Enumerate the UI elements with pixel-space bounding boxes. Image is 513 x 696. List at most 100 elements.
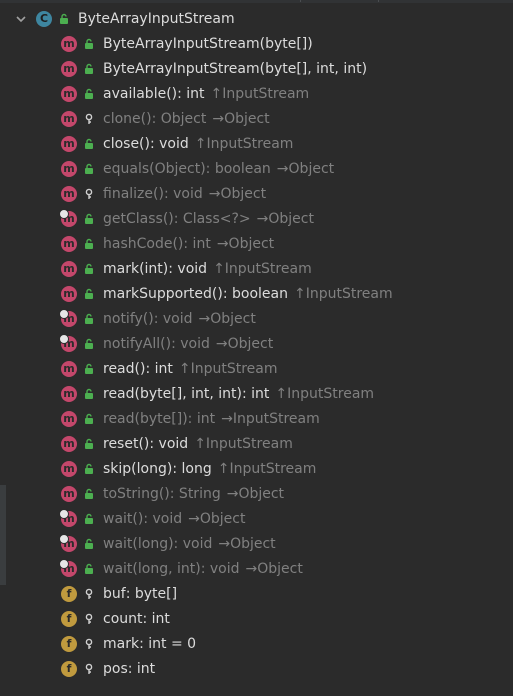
method-icon: m [61, 435, 77, 452]
method-icon: m [61, 285, 77, 302]
inherited-arrow-icon: → [216, 235, 229, 252]
method-row[interactable]: m close(): void ↑ InputStream [0, 131, 513, 156]
method-icon: m [61, 235, 77, 252]
method-icon: m [61, 35, 77, 52]
method-row[interactable]: m equals(Object): boolean → Object [0, 156, 513, 181]
field-row[interactable]: f pos: int [0, 656, 513, 681]
member-type: : int [187, 410, 216, 427]
method-row[interactable]: m finalize(): void → Object [0, 181, 513, 206]
protected-key-icon [81, 186, 97, 202]
toolbar-separator [300, 0, 301, 2]
overrides-arrow-icon: ↑ [213, 260, 225, 277]
method-row[interactable]: m ByteArrayInputStream(byte[], int, int) [0, 56, 513, 81]
method-row[interactable]: m reset(): void ↑ InputStream [0, 431, 513, 456]
protected-key-icon [81, 636, 97, 652]
inherited-arrow-icon: → [218, 535, 231, 552]
method-row[interactable]: m read(byte[]): int → InputStream [0, 406, 513, 431]
method-icon: m [59, 558, 77, 577]
method-row[interactable]: m ByteArrayInputStream(byte[]) [0, 31, 513, 56]
member-name: mark [103, 635, 140, 652]
member-name: read(byte[], int, int) [103, 385, 242, 402]
member-type: : boolean [222, 285, 288, 302]
method-icon: m [61, 85, 77, 102]
final-marker-icon [59, 333, 69, 344]
member-name: notify() [103, 310, 154, 327]
member-type: : void [149, 135, 189, 152]
field-icon: f [61, 610, 77, 627]
method-icon: m [61, 160, 77, 177]
field-row[interactable]: f mark: int = 0 [0, 631, 513, 656]
member-name: mark(int) [103, 260, 169, 277]
method-icon: m [61, 360, 77, 377]
member-name: ByteArrayInputStream(byte[], int, int) [103, 60, 368, 77]
parent-class-name: Object [199, 510, 246, 527]
method-icon: m [61, 60, 77, 77]
public-lock-icon [81, 336, 97, 352]
parent-class-name: InputStream [205, 435, 293, 452]
overrides-arrow-icon: ↑ [217, 460, 230, 477]
field-row[interactable]: f buf: byte[] [0, 581, 513, 606]
member-name: equals(Object) [103, 160, 206, 177]
inherited-arrow-icon: → [188, 510, 200, 527]
method-row[interactable]: m notify(): void → Object [0, 306, 513, 331]
method-row[interactable]: m wait(long, int): void → Object [0, 556, 513, 581]
parent-class-name: Object [288, 160, 335, 177]
inherited-arrow-icon: → [245, 560, 258, 577]
member-name: markSupported() [103, 285, 223, 302]
field-row[interactable]: f count: int [0, 606, 513, 631]
public-lock-icon [81, 386, 97, 402]
inherited-arrow-icon: → [215, 335, 228, 352]
method-row[interactable]: m read(byte[], int, int): int ↑ InputStream [0, 381, 513, 406]
member-type: : void [168, 260, 208, 277]
protected-key-icon [81, 111, 97, 127]
method-row[interactable]: m skip(long): long ↑ InputStream [0, 456, 513, 481]
member-name: read() [103, 360, 146, 377]
member-name: finalize() [103, 185, 164, 202]
method-row[interactable]: m available(): int ↑ InputStream [0, 81, 513, 106]
member-name: close() [103, 135, 150, 152]
member-name: notifyAll() [103, 335, 172, 352]
method-icon: m [61, 260, 77, 277]
method-row[interactable]: m read(): int ↑ InputStream [0, 356, 513, 381]
method-row[interactable]: m markSupported(): boolean ↑ InputStream [0, 281, 513, 306]
member-name: clone() [103, 110, 152, 127]
parent-class-name: Object [238, 485, 285, 502]
final-marker-icon [59, 558, 69, 569]
public-lock-icon [81, 436, 97, 452]
method-row[interactable]: m notifyAll(): void → Object [0, 331, 513, 356]
tree-root-row[interactable]: C ByteArrayInputStream [0, 6, 513, 31]
method-row[interactable]: m toString(): String → Object [0, 481, 513, 506]
member-type: : int [145, 360, 173, 377]
member-type: : void [143, 510, 183, 527]
method-row[interactable]: m hashCode(): int → Object [0, 231, 513, 256]
inherited-arrow-icon: → [276, 160, 289, 177]
public-lock-icon [81, 261, 97, 277]
method-row[interactable]: m wait(): void → Object [0, 506, 513, 531]
member-type: : int [183, 235, 211, 252]
member-name: wait(long, int) [103, 560, 201, 577]
method-icon: m [61, 460, 77, 477]
member-name: skip(long) [103, 460, 173, 477]
member-name: reset() [103, 435, 150, 452]
member-type: : Object [151, 110, 207, 127]
overrides-arrow-icon: ↑ [194, 135, 207, 152]
chevron-down-icon[interactable] [14, 12, 28, 26]
inherited-arrow-icon: → [221, 410, 233, 427]
method-row[interactable]: m wait(long): void → Object [0, 531, 513, 556]
method-row[interactable]: m clone(): Object → Object [0, 106, 513, 131]
method-icon: m [59, 508, 77, 527]
member-type: : int [177, 85, 205, 102]
member-name: ByteArrayInputStream(byte[]) [103, 35, 313, 52]
final-marker-icon [59, 308, 69, 319]
method-row[interactable]: m getClass(): Class<?> → Object [0, 206, 513, 231]
method-icon: m [59, 533, 77, 552]
parent-class-name: InputStream [190, 360, 278, 377]
public-lock-icon [81, 86, 97, 102]
field-icon: f [61, 585, 77, 602]
public-lock-icon [81, 361, 97, 377]
parent-class-name: Object [228, 235, 275, 252]
field-icon: f [61, 660, 77, 677]
protected-key-icon [81, 611, 97, 627]
method-row[interactable]: m mark(int): void ↑ InputStream [0, 256, 513, 281]
member-type: : void [173, 535, 213, 552]
